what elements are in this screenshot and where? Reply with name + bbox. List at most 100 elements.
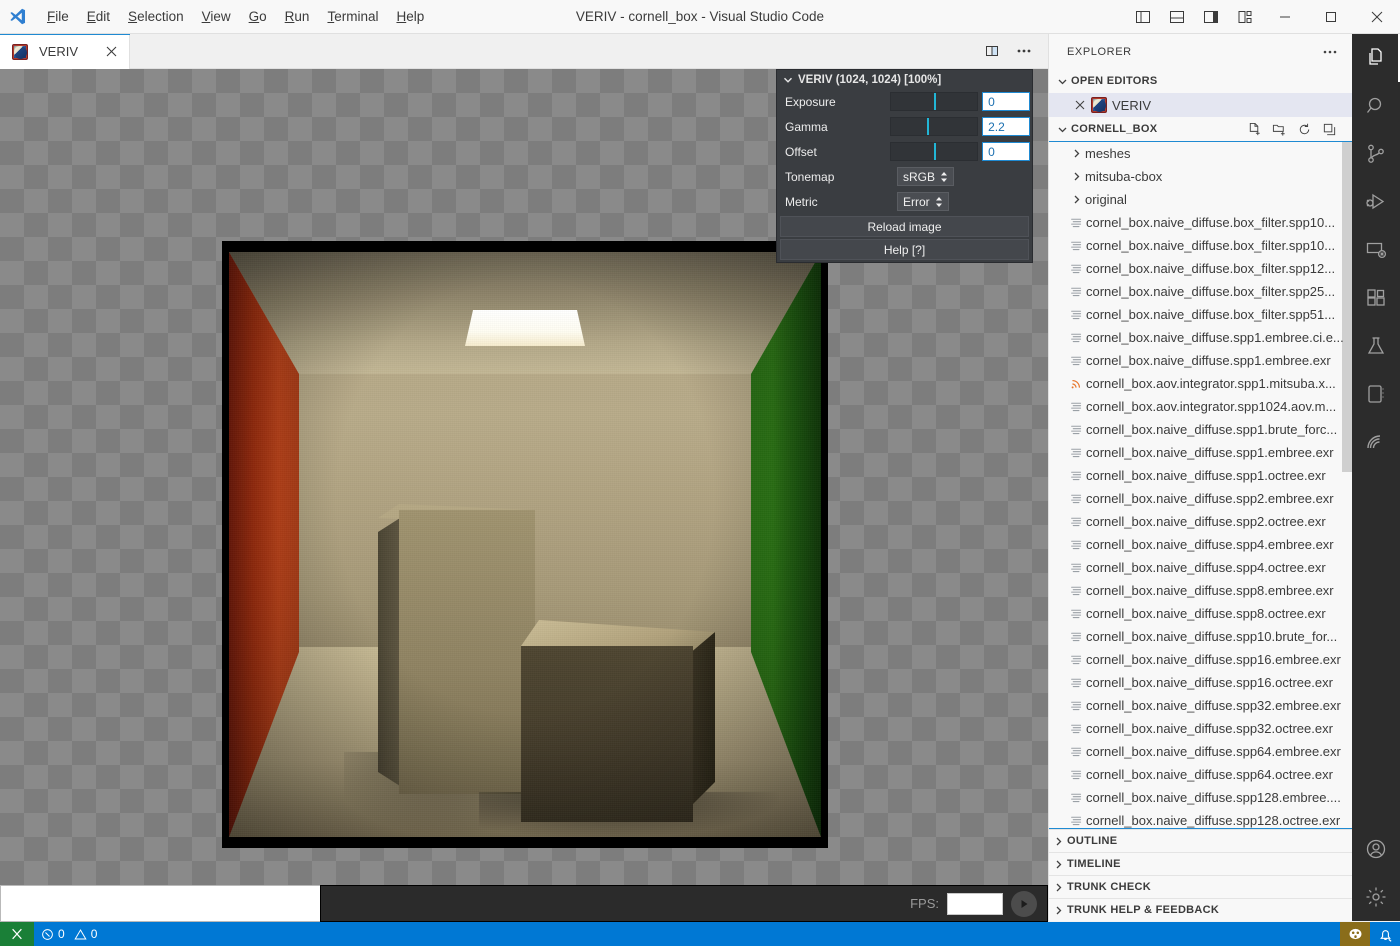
metric-select[interactable]: Error bbox=[897, 192, 949, 211]
activity-trunk[interactable] bbox=[1352, 418, 1400, 466]
activity-run-and-debug[interactable] bbox=[1352, 178, 1400, 226]
menu-go[interactable]: Go bbox=[240, 5, 276, 29]
menu-help[interactable]: Help bbox=[387, 5, 433, 29]
tree-file-row[interactable]: cornell_box.aov.integrator.spp1024.aov.m… bbox=[1049, 395, 1352, 418]
section-open-editors[interactable]: OPEN EDITORS bbox=[1049, 69, 1352, 93]
tree-file-row[interactable]: cornell_box.naive_diffuse.spp1.embree.ex… bbox=[1049, 441, 1352, 464]
maximize-icon[interactable] bbox=[1308, 0, 1354, 34]
split-editor-icon[interactable] bbox=[978, 37, 1006, 65]
tree-file-row[interactable]: cornell_box.naive_diffuse.spp8.embree.ex… bbox=[1049, 579, 1352, 602]
menu-run[interactable]: Run bbox=[276, 5, 319, 29]
new-file-icon[interactable] bbox=[1243, 118, 1265, 140]
tree-file-row[interactable]: cornell_box.naive_diffuse.spp10.brute_fo… bbox=[1049, 625, 1352, 648]
tree-file-row[interactable]: cornell_box.aov.integrator.spp1.mitsuba.… bbox=[1049, 372, 1352, 395]
tree-file-row[interactable]: cornell_box.naive_diffuse.spp128.octree.… bbox=[1049, 809, 1352, 828]
file-tree[interactable]: meshes mitsuba-cbox original cornel_box.nai… bbox=[1049, 141, 1352, 829]
tonemap-select[interactable]: sRGB bbox=[897, 167, 955, 186]
sidebar-section-trunk-check[interactable]: TRUNK CHECK bbox=[1049, 875, 1352, 898]
tree-file-row[interactable]: cornell_box.naive_diffuse.spp32.embree.e… bbox=[1049, 694, 1352, 717]
activity-extensions[interactable] bbox=[1352, 274, 1400, 322]
tree-folder-row[interactable]: mitsuba-cbox bbox=[1049, 165, 1352, 188]
exposure-slider[interactable] bbox=[890, 92, 979, 111]
play-icon[interactable] bbox=[1011, 890, 1037, 917]
file-tree-scrollbar[interactable] bbox=[1342, 142, 1352, 472]
tree-file-row[interactable]: cornell_box.naive_diffuse.spp1.brute_for… bbox=[1049, 418, 1352, 441]
activity-accounts[interactable] bbox=[1352, 825, 1400, 873]
bell-dot-icon[interactable] bbox=[1370, 922, 1400, 946]
tree-file-row[interactable]: cornell_box.naive_diffuse.spp16.embree.e… bbox=[1049, 648, 1352, 671]
menu-file[interactable]: File bbox=[38, 5, 78, 29]
menu-selection[interactable]: Selection bbox=[119, 5, 193, 29]
gamma-value[interactable]: 2.2 bbox=[982, 117, 1030, 136]
help-button[interactable]: Help [?] bbox=[780, 239, 1029, 260]
activity-source-control[interactable] bbox=[1352, 130, 1400, 178]
activity-explorer[interactable] bbox=[1352, 34, 1400, 82]
section-folder-cornell-box[interactable]: CORNELL_BOX bbox=[1049, 117, 1352, 141]
chevron-down-icon[interactable] bbox=[783, 75, 793, 85]
ellipsis-icon[interactable] bbox=[1322, 50, 1338, 54]
tree-file-row[interactable]: cornell_box.naive_diffuse.spp1.octree.ex… bbox=[1049, 464, 1352, 487]
sidebar-section-timeline[interactable]: TIMELINE bbox=[1049, 852, 1352, 875]
tree-file-row[interactable]: cornel_box.naive_diffuse.box_filter.spp1… bbox=[1049, 211, 1352, 234]
toggle-panel-icon[interactable] bbox=[1160, 0, 1194, 34]
exposure-value[interactable]: 0 bbox=[982, 92, 1030, 111]
reload-image-button[interactable]: Reload image bbox=[780, 216, 1029, 237]
offset-slider[interactable] bbox=[890, 142, 979, 161]
sidebar-section-outline[interactable]: OUTLINE bbox=[1049, 829, 1352, 852]
toggle-primary-sidebar-icon[interactable] bbox=[1126, 0, 1160, 34]
trunk-badge-icon[interactable] bbox=[1340, 922, 1370, 946]
refresh-icon[interactable] bbox=[1293, 118, 1315, 140]
ellipsis-icon[interactable] bbox=[1010, 37, 1038, 65]
fps-input[interactable] bbox=[947, 892, 1003, 915]
tree-file-row[interactable]: cornell_box.naive_diffuse.spp16.octree.e… bbox=[1049, 671, 1352, 694]
tab-veriv[interactable]: VERIV bbox=[0, 34, 130, 69]
sidebar-section-trunk-help-feedback[interactable]: TRUNK HELP & FEEDBACK bbox=[1049, 898, 1352, 921]
tree-file-row[interactable]: cornel_box.naive_diffuse.box_filter.spp1… bbox=[1049, 234, 1352, 257]
chevron-right-icon[interactable] bbox=[1067, 148, 1085, 159]
rendered-image[interactable] bbox=[222, 241, 828, 848]
veriv-control-panel[interactable]: VERIV (1024, 1024) [100%] Exposure 0 Gam… bbox=[776, 69, 1033, 263]
offset-value[interactable]: 0 bbox=[982, 142, 1030, 161]
close-icon[interactable] bbox=[1354, 0, 1400, 34]
collapse-all-icon[interactable] bbox=[1318, 118, 1340, 140]
minimize-icon[interactable] bbox=[1262, 0, 1308, 34]
problems-status[interactable]: 0 0 bbox=[34, 922, 104, 946]
activity-search[interactable] bbox=[1352, 82, 1400, 130]
tree-file-row[interactable]: cornell_box.naive_diffuse.spp8.octree.ex… bbox=[1049, 602, 1352, 625]
tree-file-row[interactable]: cornel_box.naive_diffuse.spp1.embree.exr bbox=[1049, 349, 1352, 372]
open-editor-veriv[interactable]: VERIV bbox=[1049, 93, 1352, 117]
tree-file-row[interactable]: cornel_box.naive_diffuse.box_filter.spp5… bbox=[1049, 303, 1352, 326]
activity-remote-explorer[interactable] bbox=[1352, 226, 1400, 274]
tree-file-row[interactable]: cornell_box.naive_diffuse.spp4.octree.ex… bbox=[1049, 556, 1352, 579]
close-icon[interactable] bbox=[1071, 100, 1089, 110]
activity-notebook[interactable] bbox=[1352, 370, 1400, 418]
tree-file-row[interactable]: cornell_box.naive_diffuse.spp2.octree.ex… bbox=[1049, 510, 1352, 533]
tree-file-row[interactable]: cornell_box.naive_diffuse.spp2.embree.ex… bbox=[1049, 487, 1352, 510]
menu-edit[interactable]: Edit bbox=[78, 5, 119, 29]
menu-view[interactable]: View bbox=[193, 5, 240, 29]
customize-layout-icon[interactable] bbox=[1228, 0, 1262, 34]
chevron-right-icon[interactable] bbox=[1049, 830, 1067, 852]
activity-settings[interactable] bbox=[1352, 873, 1400, 921]
tree-file-row[interactable]: cornell_box.naive_diffuse.spp4.embree.ex… bbox=[1049, 533, 1352, 556]
tree-file-row[interactable]: cornel_box.naive_diffuse.box_filter.spp2… bbox=[1049, 280, 1352, 303]
toggle-secondary-sidebar-icon[interactable] bbox=[1194, 0, 1228, 34]
tree-file-row[interactable]: cornell_box.naive_diffuse.spp128.embree.… bbox=[1049, 786, 1352, 809]
chevron-right-icon[interactable] bbox=[1049, 876, 1067, 898]
menu-terminal[interactable]: Terminal bbox=[318, 5, 387, 29]
chevron-down-icon[interactable] bbox=[1053, 70, 1071, 92]
activity-testing[interactable] bbox=[1352, 322, 1400, 370]
gamma-slider[interactable] bbox=[890, 117, 979, 136]
chevron-right-icon[interactable] bbox=[1049, 899, 1067, 921]
new-folder-icon[interactable] bbox=[1268, 118, 1290, 140]
veriv-panel-header[interactable]: VERIV (1024, 1024) [100%] bbox=[777, 70, 1032, 89]
tree-file-row[interactable]: cornell_box.naive_diffuse.spp32.octree.e… bbox=[1049, 717, 1352, 740]
tree-folder-row[interactable]: original bbox=[1049, 188, 1352, 211]
chevron-right-icon[interactable] bbox=[1067, 171, 1085, 182]
tree-file-row[interactable]: cornel_box.naive_diffuse.box_filter.spp1… bbox=[1049, 257, 1352, 280]
tree-folder-row[interactable]: meshes bbox=[1049, 142, 1352, 165]
close-icon[interactable] bbox=[101, 42, 121, 62]
tree-file-row[interactable]: cornell_box.naive_diffuse.spp64.octree.e… bbox=[1049, 763, 1352, 786]
chevron-right-icon[interactable] bbox=[1049, 853, 1067, 875]
tree-file-row[interactable]: cornell_box.naive_diffuse.spp64.embree.e… bbox=[1049, 740, 1352, 763]
